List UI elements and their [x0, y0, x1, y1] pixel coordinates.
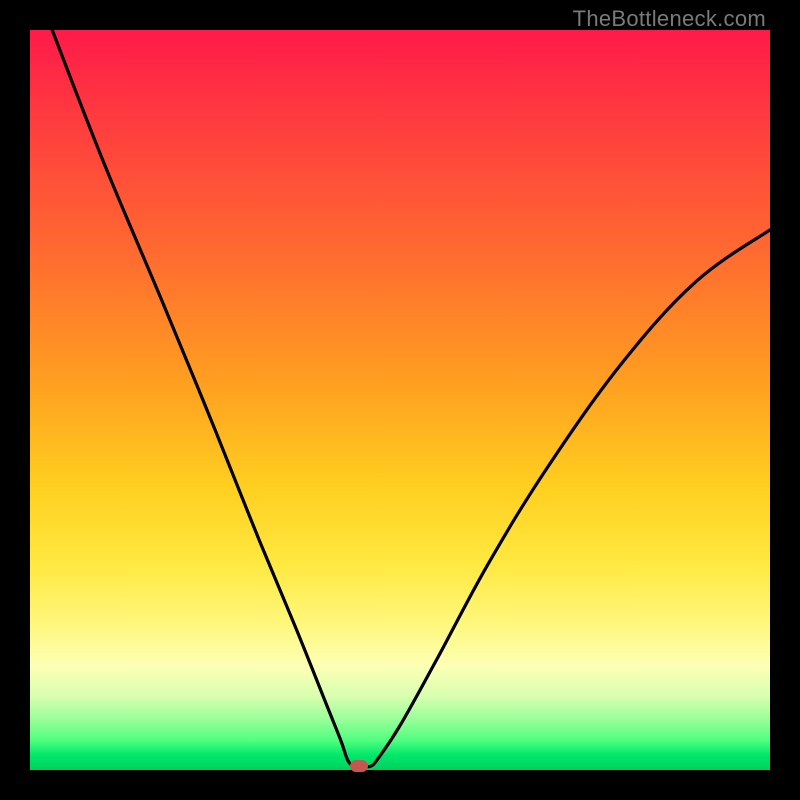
bottleneck-curve [30, 30, 770, 770]
plot-area [30, 30, 770, 770]
minimum-marker [350, 760, 368, 772]
chart-frame: TheBottleneck.com [0, 0, 800, 800]
curve-path [52, 30, 770, 767]
watermark-text: TheBottleneck.com [573, 6, 766, 32]
